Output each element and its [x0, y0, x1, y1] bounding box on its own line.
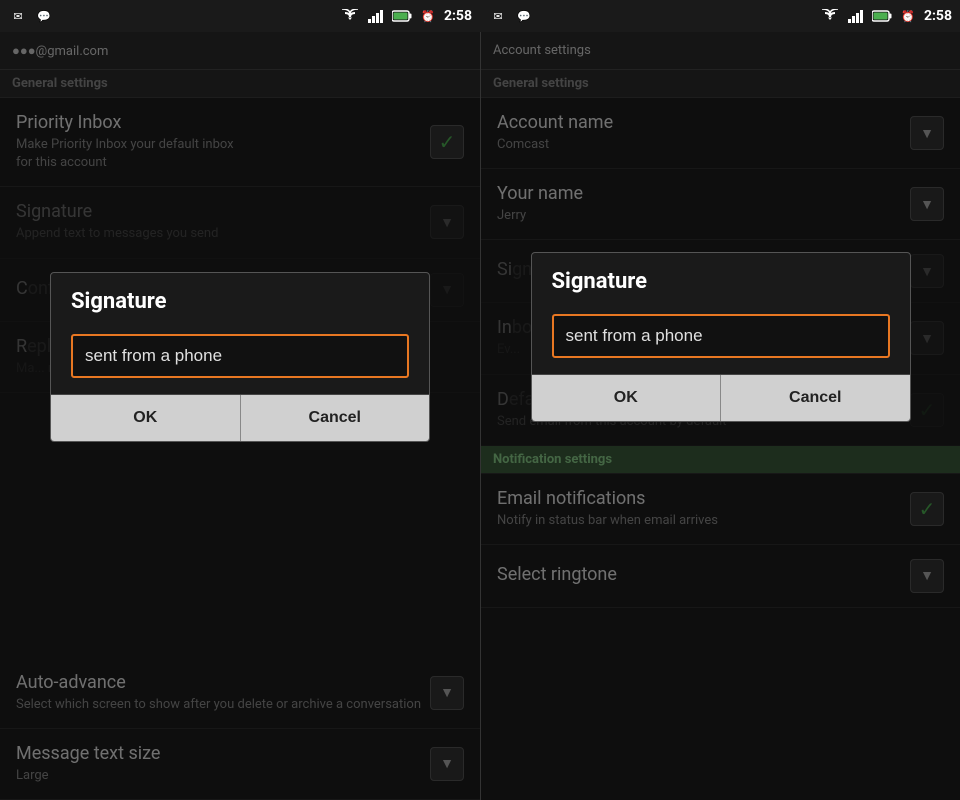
- right-dialog-title: Signature: [532, 253, 910, 306]
- left-dialog-input[interactable]: [71, 334, 409, 378]
- right-dialog: Signature OK Cancel: [531, 252, 911, 422]
- right-status-icons: ✉ 💬: [488, 8, 534, 24]
- right-dialog-buttons: OK Cancel: [532, 374, 910, 421]
- left-dialog-input-wrap: [51, 326, 429, 394]
- signal-icon-left: [366, 8, 386, 24]
- left-dialog-cancel-button[interactable]: Cancel: [240, 395, 430, 441]
- clock-icon-right: ⏰: [898, 8, 918, 24]
- time-left: 2:58: [444, 8, 472, 24]
- right-system-icons: ⏰ 2:58: [820, 8, 952, 24]
- left-dialog-backdrop: Signature OK Cancel: [0, 32, 480, 800]
- wifi-icon-right: [820, 8, 840, 24]
- left-panel: ●●●@gmail.com General settings Priority …: [0, 32, 480, 800]
- status-bar-right: ✉ 💬: [480, 8, 960, 24]
- right-dialog-ok-button[interactable]: OK: [532, 375, 721, 421]
- gmail-icon-left: ✉: [8, 8, 28, 24]
- left-dialog-buttons: OK Cancel: [51, 394, 429, 441]
- chat-icon-right: 💬: [514, 8, 534, 24]
- clock-icon-left: ⏰: [418, 8, 438, 24]
- wifi-icon-left: [340, 8, 360, 24]
- right-panel: Account settings General settings Accoun…: [480, 32, 960, 800]
- status-bar-left: ✉ 💬: [0, 8, 480, 24]
- battery-icon-left: [392, 8, 412, 24]
- right-dialog-backdrop: Signature OK Cancel: [481, 32, 960, 800]
- left-dialog: Signature OK Cancel: [50, 272, 430, 442]
- right-dialog-cancel-button[interactable]: Cancel: [720, 375, 910, 421]
- panels-container: ●●●@gmail.com General settings Priority …: [0, 32, 960, 800]
- left-status-icons: ✉ 💬: [8, 8, 54, 24]
- time-right: 2:58: [924, 8, 952, 24]
- chat-icon-left: 💬: [34, 8, 54, 24]
- battery-icon-right: [872, 8, 892, 24]
- signal-icon-right: [846, 8, 866, 24]
- left-dialog-ok-button[interactable]: OK: [51, 395, 240, 441]
- right-dialog-input[interactable]: [552, 314, 890, 358]
- gmail-icon-right: ✉: [488, 8, 508, 24]
- status-bar: ✉ 💬: [0, 0, 960, 32]
- left-dialog-title: Signature: [51, 273, 429, 326]
- right-dialog-input-wrap: [532, 306, 910, 374]
- left-system-icons: ⏰ 2:58: [340, 8, 472, 24]
